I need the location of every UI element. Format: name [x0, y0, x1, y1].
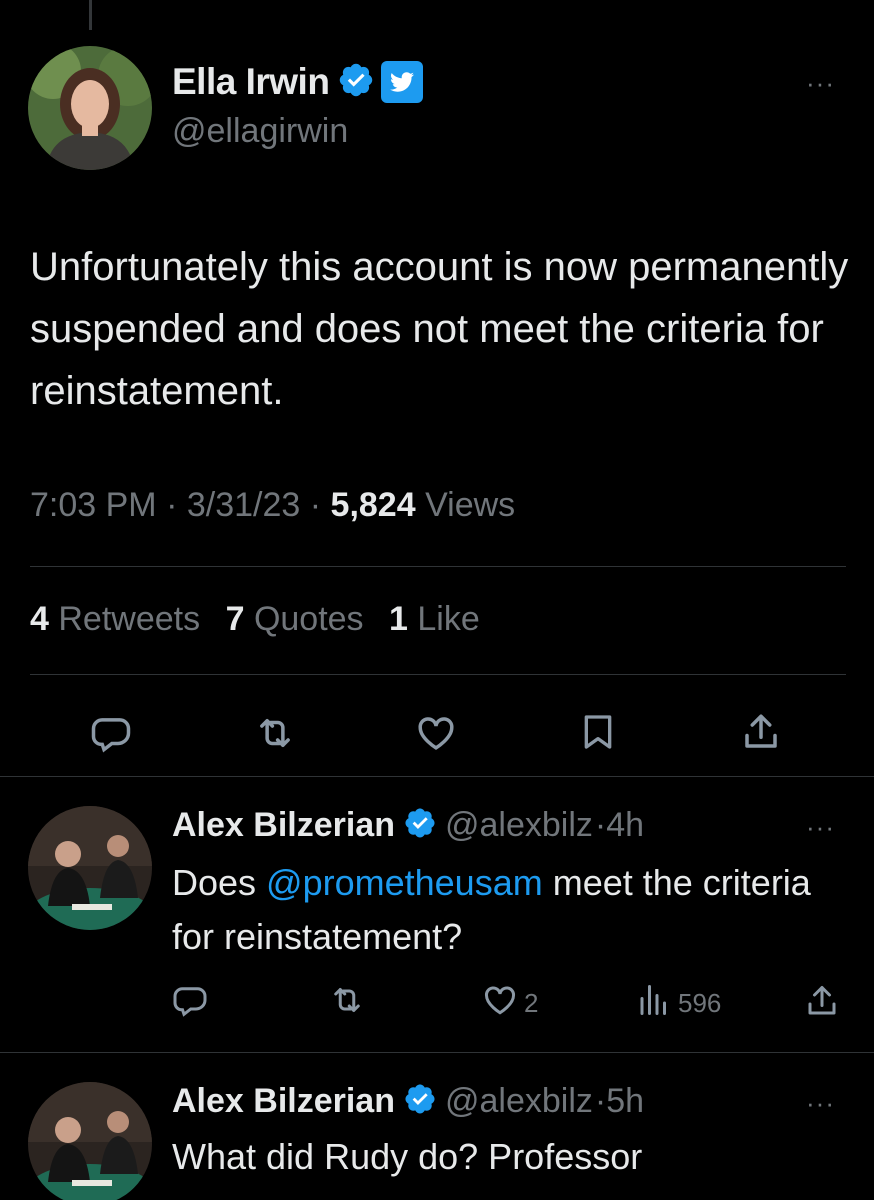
- avatar[interactable]: [28, 1082, 152, 1200]
- retweets-link[interactable]: 4 Retweets: [30, 600, 200, 638]
- reply-header: Alex Bilzerian @alexbilz ·5h: [172, 1078, 644, 1124]
- share-icon[interactable]: [740, 710, 782, 759]
- likes-link[interactable]: 1 Like: [389, 600, 480, 638]
- meta-separator: ·: [309, 486, 322, 524]
- divider: [0, 776, 874, 777]
- likes-count: 1: [389, 600, 408, 638]
- author-handle[interactable]: @ellagirwin: [172, 112, 348, 151]
- views-count: 596: [678, 988, 722, 1018]
- bookmark-icon[interactable]: [578, 710, 618, 759]
- divider: [30, 566, 846, 567]
- tweet-meta: 7:03 PM · 3/31/23 · 5,824 Views: [30, 486, 515, 525]
- tweet-time[interactable]: 7:03 PM: [30, 486, 157, 524]
- more-options-icon[interactable]: ···: [806, 1090, 835, 1116]
- quotes-label: Quotes: [253, 600, 364, 638]
- likes-label: Like: [417, 600, 480, 638]
- divider: [0, 1052, 874, 1053]
- thread-connector-line: [89, 0, 92, 30]
- meta-separator: ·: [166, 486, 178, 524]
- quotes-link[interactable]: 7 Quotes: [226, 600, 364, 638]
- views-button[interactable]: 596: [636, 982, 721, 1025]
- mention-link[interactable]: @prometheusam: [266, 862, 543, 903]
- reply-text: Does @prometheusam meet the criteria for…: [172, 856, 832, 964]
- verified-badge-icon: [403, 1082, 437, 1121]
- retweets-count: 4: [30, 600, 49, 638]
- views-icon: [636, 982, 672, 1025]
- reply-header: Alex Bilzerian @alexbilz ·4h: [172, 802, 644, 848]
- quotes-count: 7: [225, 600, 245, 638]
- more-options-icon[interactable]: ···: [806, 814, 835, 840]
- reply-author-handle[interactable]: @alexbilz: [445, 1082, 593, 1121]
- more-options-icon[interactable]: ···: [806, 70, 835, 96]
- views-label: Views: [425, 486, 516, 524]
- reply-text: What did Rudy do? Professor: [172, 1136, 643, 1177]
- retweet-icon[interactable]: [328, 982, 366, 1018]
- author-name[interactable]: Ella Irwin: [172, 61, 330, 103]
- like-icon: [482, 982, 518, 1025]
- retweet-icon[interactable]: [252, 712, 298, 759]
- reply-author-name[interactable]: Alex Bilzerian: [172, 806, 395, 845]
- twitter-bird-icon: [381, 61, 424, 103]
- reply-icon[interactable]: [172, 982, 208, 1018]
- share-icon[interactable]: [804, 982, 840, 1020]
- reply-author-name[interactable]: Alex Bilzerian: [172, 1082, 395, 1121]
- reply-time[interactable]: ·5h: [595, 1082, 644, 1121]
- like-count: 2: [524, 988, 539, 1018]
- views-count: 5,824: [330, 486, 416, 524]
- verified-badge-icon: [337, 61, 375, 104]
- avatar[interactable]: [28, 806, 152, 930]
- like-button[interactable]: 2: [482, 982, 538, 1025]
- tweet-text: Unfortunately this account is now perman…: [30, 245, 849, 413]
- reply-text-part: Does: [172, 862, 267, 903]
- divider: [30, 674, 846, 675]
- verified-badge-icon: [403, 806, 437, 845]
- avatar[interactable]: [28, 46, 152, 170]
- engagement-counts: 4 Retweets 7 Quotes 1 Like: [30, 600, 480, 639]
- reply-icon[interactable]: [90, 712, 132, 759]
- reply-author-handle[interactable]: @alexbilz: [445, 806, 593, 845]
- tweet-date[interactable]: 3/31/23: [187, 486, 300, 524]
- like-icon[interactable]: [414, 712, 458, 759]
- author-name-row[interactable]: Ella Irwin: [172, 58, 424, 106]
- retweets-label: Retweets: [58, 600, 201, 638]
- reply-time[interactable]: ·4h: [595, 806, 644, 845]
